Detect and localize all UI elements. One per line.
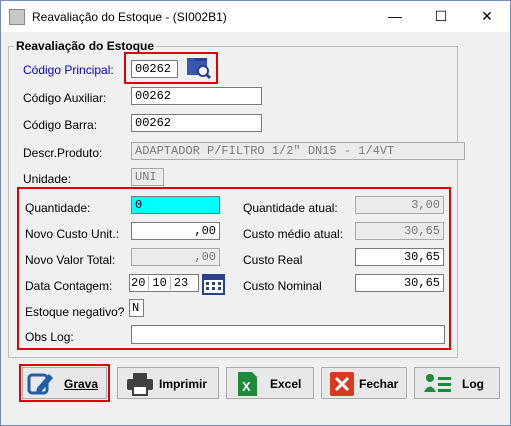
custo-real-input[interactable]: 30,65	[355, 248, 444, 266]
estoque-negativo-input[interactable]: N	[129, 299, 144, 317]
novo-custo-unit-input[interactable]: ,00	[131, 222, 220, 240]
custo-nominal-label: Custo Nominal	[243, 279, 322, 293]
printer-icon	[126, 372, 154, 399]
quantidade-atual-label: Quantidade atual:	[243, 201, 338, 215]
window-title: Reavaliação do Estoque - (SI002B1)	[32, 10, 227, 24]
close-button[interactable]: ✕	[464, 1, 510, 32]
minimize-button[interactable]: —	[372, 1, 418, 32]
unidade-field: UNI	[131, 168, 164, 186]
novo-custo-unit-label: Novo Custo Unit.:	[25, 227, 120, 241]
codigo-barra-label: Código Barra:	[23, 118, 98, 132]
quantidade-input[interactable]: 0	[131, 196, 220, 214]
close-x-icon	[330, 372, 354, 399]
imprimir-button[interactable]: Imprimir	[117, 367, 219, 399]
codigo-barra-input[interactable]: 00262	[131, 114, 262, 132]
custo-real-label: Custo Real	[243, 253, 303, 267]
date-day: 20	[131, 276, 146, 290]
codigo-auxiliar-label: Código Auxiliar:	[23, 91, 107, 105]
log-button-label: Log	[462, 377, 484, 391]
data-contagem-input[interactable]: 20 10 23	[129, 274, 199, 292]
calendar-icon[interactable]	[202, 273, 225, 295]
custo-nominal-input[interactable]: 30,65	[355, 274, 444, 292]
obs-log-input[interactable]	[131, 325, 445, 344]
obs-log-label: Obs Log:	[25, 330, 74, 344]
fechar-button-label: Fechar	[359, 377, 399, 391]
grava-highlight	[19, 364, 110, 402]
app-icon	[9, 9, 25, 25]
user-list-icon	[423, 372, 453, 399]
estoque-negativo-label: Estoque negativo?	[25, 305, 125, 319]
log-button[interactable]: Log	[414, 367, 500, 399]
fechar-button[interactable]: Fechar	[321, 367, 407, 399]
descr-produto-field: ADAPTADOR P/FILTRO 1/2" DN15 - 1/4VT	[131, 142, 465, 160]
maximize-button[interactable]: ☐	[418, 1, 464, 32]
excel-icon: X	[235, 371, 259, 400]
codigo-principal-label: Código Principal:	[23, 63, 114, 77]
date-year: 23	[173, 276, 189, 290]
group-title: Reavaliação do Estoque	[14, 39, 157, 53]
unidade-label: Unidade:	[23, 172, 72, 186]
quantidade-atual-field: 3,00	[355, 196, 444, 214]
descr-produto-label: Descr.Produto:	[23, 146, 103, 160]
novo-valor-total-field: ,00	[131, 248, 220, 266]
novo-valor-total-label: Novo Valor Total:	[25, 253, 116, 267]
imprimir-button-label: Imprimir	[159, 377, 208, 391]
data-contagem-label: Data Contagem:	[25, 279, 113, 293]
codigo-auxiliar-input[interactable]: 00262	[131, 87, 262, 105]
custo-medio-atual-field: 30,65	[355, 222, 444, 240]
excel-button[interactable]: X Excel	[226, 367, 314, 399]
date-month: 10	[152, 276, 167, 290]
codigo-principal-highlight	[124, 52, 218, 84]
quantidade-label: Quantidade:	[25, 201, 91, 215]
excel-button-label: Excel	[270, 377, 302, 391]
title-bar: Reavaliação do Estoque - (SI002B1) — ☐ ✕	[1, 1, 510, 32]
svg-text:X: X	[242, 379, 251, 394]
custo-medio-atual-label: Custo médio atual:	[243, 227, 344, 241]
